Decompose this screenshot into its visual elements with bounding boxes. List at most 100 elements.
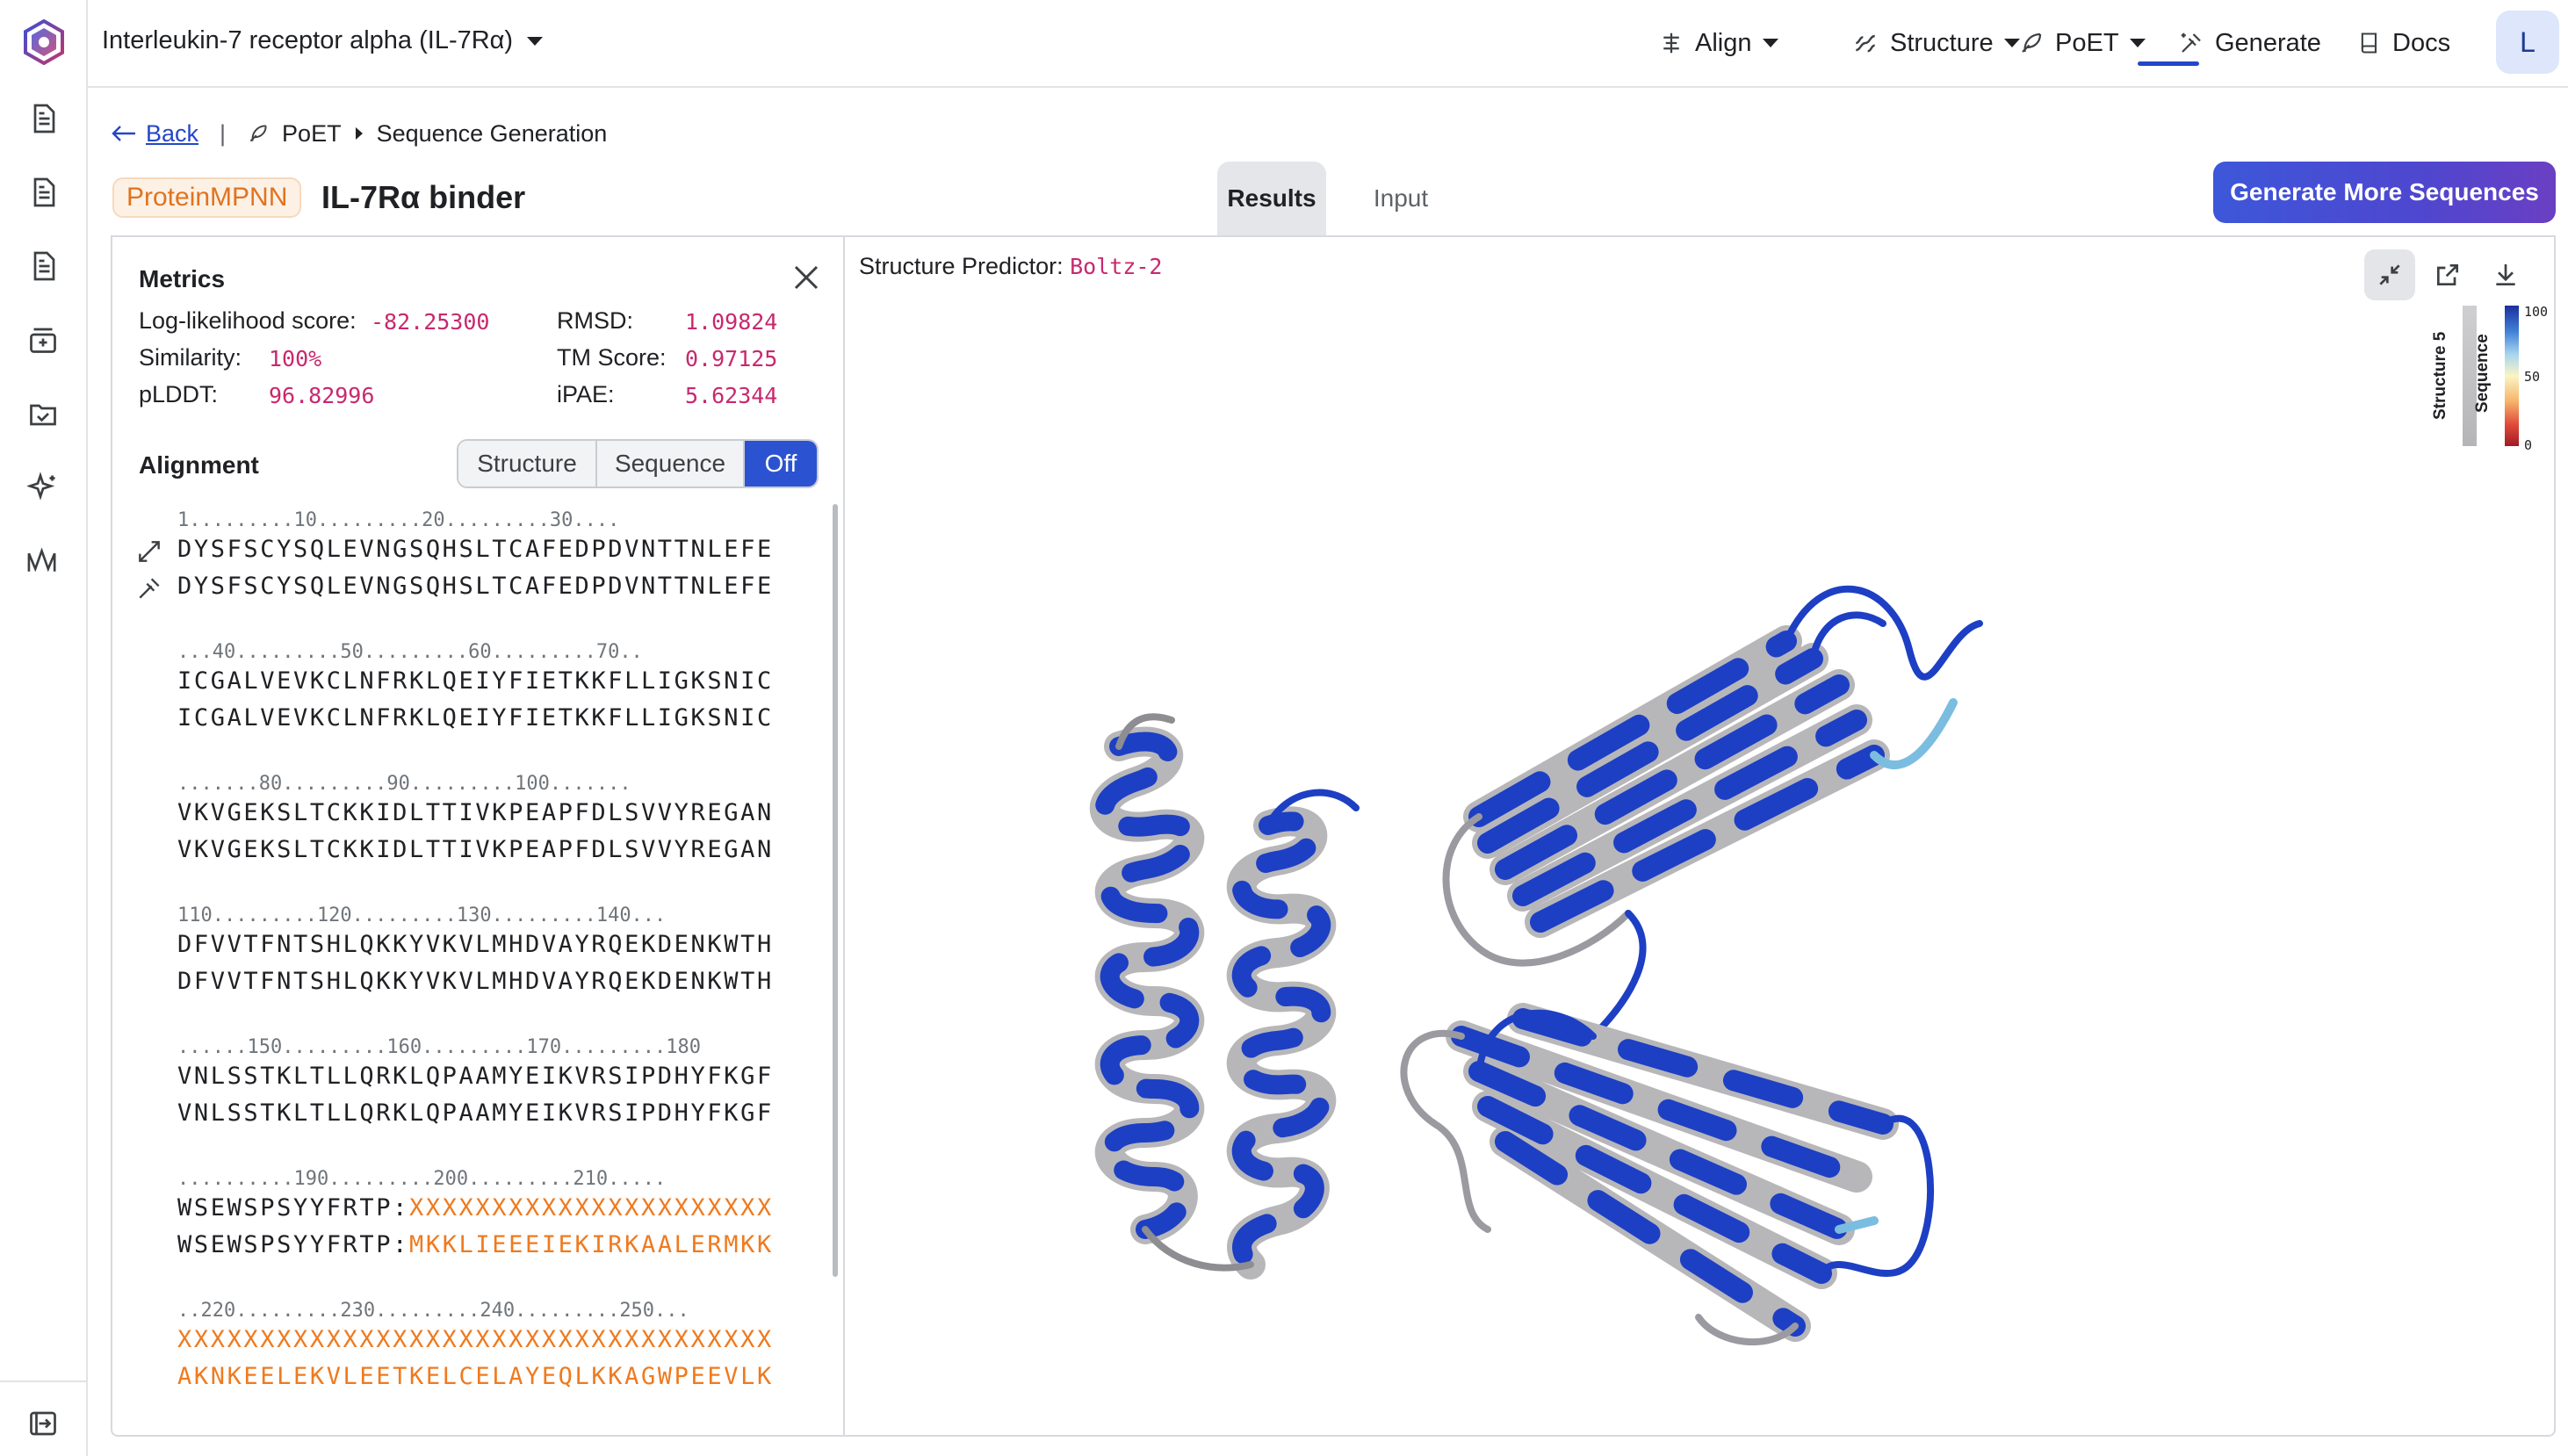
position-ruler: ...40.........50.........60.........70.. — [177, 641, 643, 663]
nav-generate-label: Generate — [2215, 28, 2321, 57]
chevron-down-icon — [2003, 39, 2020, 47]
sequence-residues: WSEWSPSYYFRTP: — [177, 1231, 409, 1258]
designed-residues: MKKLIEEEIEKIRKAALERMKK — [408, 1231, 774, 1258]
mode-off-button[interactable]: Off — [745, 441, 817, 487]
structure-row-icon — [135, 537, 163, 566]
legend-tick: 50 — [2524, 369, 2541, 385]
generated-sequence: AKNKEELEKVLEETKELCELAYEQLKKAGWPEEVLK — [177, 1363, 774, 1390]
tab-input[interactable]: Input — [1353, 162, 1449, 235]
sequence-residues: ICGALVEVKCLNFRKLQEIYFIETKKFLLIGKSNIC — [177, 667, 774, 695]
nav-poet-label: PoET — [2055, 28, 2119, 57]
reference-sequence: WSEWSPSYYFRTP:XXXXXXXXXXXXXXXXXXXXXX — [177, 1194, 774, 1222]
app-logo-icon[interactable] — [21, 18, 67, 66]
mode-sequence-button[interactable]: Sequence — [597, 441, 745, 487]
open-external-button[interactable] — [2422, 249, 2473, 300]
position-ruler: 110.........120.........130.........140.… — [177, 905, 667, 926]
nav-generate[interactable]: Generate — [2178, 25, 2321, 61]
legend-tick: 100 — [2524, 304, 2549, 320]
predictor-label: Structure Predictor: — [859, 253, 1064, 279]
breadcrumb-page: Sequence Generation — [376, 119, 608, 147]
download-button[interactable] — [2480, 249, 2531, 300]
waveform-icon[interactable] — [23, 541, 63, 581]
position-ruler: ..........190.........200.........210...… — [177, 1168, 667, 1190]
metric-value: -82.25300 — [371, 309, 490, 335]
sequence-residues: WSEWSPSYYFRTP: — [177, 1194, 409, 1222]
nav-poet[interactable]: PoET — [2018, 25, 2146, 61]
scrollbar[interactable] — [833, 504, 838, 1277]
project-title: Interleukin-7 receptor alpha (IL-7Rα) — [102, 26, 514, 54]
designed-residues: AKNKEELEKVLEETKELCELAYEQLKKAGWPEEVLK — [177, 1363, 774, 1390]
metric-label: TM Score: — [557, 344, 667, 371]
collapse-view-button[interactable] — [2364, 249, 2415, 300]
metrics-title: Metrics — [139, 265, 226, 292]
sequence-residues: VKVGEKSLTCKKIDLTTIVKPEAPFDLSVVYREGAN — [177, 836, 774, 863]
legend-structure-label: Structure 5 — [2431, 331, 2449, 420]
close-icon[interactable] — [789, 260, 824, 295]
sequence-residues: ICGALVEVKCLNFRKLQEIYFIETKKFLLIGKSNIC — [177, 704, 774, 732]
nav-align-label: Align — [1695, 28, 1752, 57]
tab-results[interactable]: Results — [1217, 162, 1326, 235]
generate-more-button[interactable]: Generate More Sequences — [2213, 162, 2556, 223]
alignment-title: Alignment — [139, 451, 259, 479]
sparkle-icon[interactable] — [23, 467, 63, 508]
sequence-residues: VNLSSTKLTLLQRKLQPAAMYEIKVRSIPDHYFKGF — [177, 1099, 774, 1127]
feather-icon — [249, 125, 267, 142]
position-ruler: ......150.........160.........170.......… — [177, 1036, 702, 1058]
color-legend: Structure 5 Sequence 100 50 0 — [2419, 304, 2550, 481]
sequence-residues: DFVVTFNTSHLQKKYVKVLMHDVAYRQEKDENKWTH — [177, 968, 774, 995]
metrics-panel: Metrics Log-likelihood score: -82.25300 … — [111, 235, 845, 1437]
collapse-icon — [2379, 264, 2400, 285]
nav-structure-label: Structure — [1890, 28, 1994, 57]
structure-viewer[interactable]: Structure Predictor: Boltz-2 Structure 5… — [847, 237, 2554, 1435]
alignment-mode-toggle: Structure Sequence Off — [457, 439, 819, 488]
sequence-residues: DYSFSCYSQLEVNGSQHSLTCAFEDPDVNTTNLEFE — [177, 573, 774, 600]
generated-sequence: DYSFSCYSQLEVNGSQHSLTCAFEDPDVNTTNLEFE — [177, 573, 774, 600]
sequence-residues: VKVGEKSLTCKKIDLTTIVKPEAPFDLSVVYREGAN — [177, 799, 774, 826]
generated-sequence: DFVVTFNTSHLQKKYVKVLMHDVAYRQEKDENKWTH — [177, 968, 774, 995]
back-link[interactable]: Back — [111, 120, 198, 148]
back-label: Back — [146, 119, 199, 147]
folder-check-icon[interactable] — [23, 393, 63, 434]
document-icon[interactable] — [23, 172, 63, 213]
generated-sequence: VKVGEKSLTCKKIDLTTIVKPEAPFDLSVVYREGAN — [177, 836, 774, 863]
reference-sequence: ICGALVEVKCLNFRKLQEIYFIETKKFLLIGKSNIC — [177, 667, 774, 695]
document-icon[interactable] — [23, 246, 63, 286]
metric-value: 1.09824 — [685, 309, 778, 335]
generate-row-icon — [135, 574, 163, 602]
nav-structure[interactable]: Structure — [1851, 25, 2020, 61]
protein-structure-render[interactable] — [1066, 457, 2120, 1379]
user-avatar[interactable]: L — [2496, 11, 2559, 74]
position-ruler: .......80.........90.........100....... — [177, 773, 631, 795]
metric-label: pLDDT: — [139, 381, 219, 407]
mode-structure-button[interactable]: Structure — [458, 441, 597, 487]
coil — [1818, 1114, 1934, 1277]
metric-label: Similarity: — [139, 344, 242, 371]
reference-sequence: DFVVTFNTSHLQKKYVKVLMHDVAYRQEKDENKWTH — [177, 931, 774, 958]
reference-sequence: VNLSSTKLTLLQRKLQPAAMYEIKVRSIPDHYFKGF — [177, 1063, 774, 1090]
model-badge: ProteinMPNN — [112, 177, 302, 218]
chevron-down-icon — [1762, 39, 1778, 47]
feather-icon — [2022, 32, 2042, 53]
align-icon — [1663, 32, 1679, 54]
metric-value: 100% — [269, 346, 322, 371]
metric-label: RMSD: — [557, 307, 633, 334]
generated-sequence: ICGALVEVKCLNFRKLQEIYFIETKKFLLIGKSNIC — [177, 704, 774, 732]
nav-align[interactable]: Align — [1658, 25, 1778, 61]
metric-value: 96.82996 — [269, 383, 375, 408]
position-ruler: 1.........10.........20.........30.... — [177, 509, 620, 531]
project-selector[interactable]: Interleukin-7 receptor alpha (IL-7Rα) — [102, 26, 544, 55]
legend-sequence-label: Sequence — [2473, 334, 2492, 413]
breadcrumb-section[interactable]: PoET — [282, 120, 342, 148]
reference-sequence: VKVGEKSLTCKKIDLTTIVKPEAPFDLSVVYREGAN — [177, 799, 774, 826]
document-icon[interactable] — [23, 98, 63, 139]
reference-sequence: DYSFSCYSQLEVNGSQHSLTCAFEDPDVNTTNLEFE — [177, 536, 774, 563]
chevron-down-icon — [2129, 39, 2146, 47]
archive-icon[interactable] — [23, 320, 63, 360]
page-title: IL-7Rα binder — [321, 179, 526, 215]
book-icon — [2361, 32, 2377, 54]
sequence-residues: VNLSSTKLTLLQRKLQPAAMYEIKVRSIPDHYFKGF — [177, 1063, 774, 1090]
expand-sidebar-icon[interactable] — [23, 1403, 63, 1444]
alignment-view[interactable]: 1.........10.........20.........30.... DY… — [111, 504, 845, 1435]
nav-docs[interactable]: Docs — [2357, 25, 2450, 61]
metric-value: 5.62344 — [685, 383, 778, 408]
